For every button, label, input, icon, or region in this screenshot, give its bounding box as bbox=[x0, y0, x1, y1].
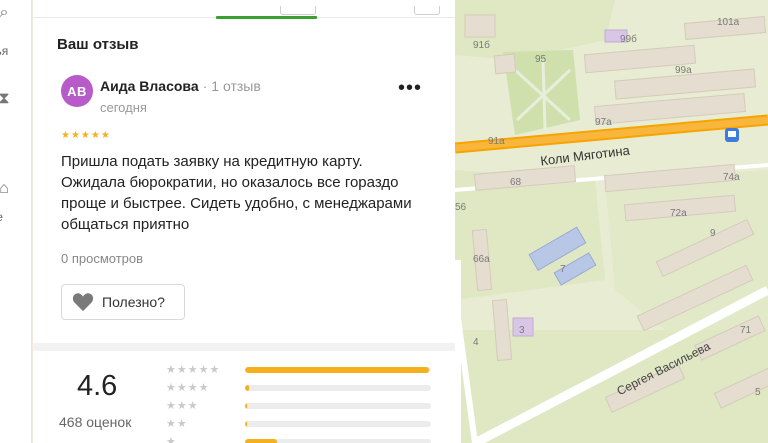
distribution-bar-track bbox=[245, 421, 431, 427]
house-number-label: 99б bbox=[620, 33, 637, 45]
tab-active-indicator bbox=[216, 16, 317, 19]
house-number-label: 7 bbox=[560, 264, 566, 275]
house-number-label: 99а bbox=[675, 65, 692, 76]
heart-icon bbox=[72, 293, 94, 312]
author-review-count: 1 отзыв bbox=[211, 78, 261, 94]
reviews-panel: Ваш отзыв АВ Аида Власова · 1 отзыв сегодн… bbox=[33, 0, 455, 443]
distribution-bar-fill bbox=[245, 385, 249, 391]
author-separator: · bbox=[202, 78, 208, 94]
house-number-label: 72а bbox=[670, 208, 687, 219]
distribution-row: ★★★★ bbox=[166, 380, 436, 396]
useful-button[interactable]: Полезно? bbox=[61, 284, 185, 320]
house-number-label: 95 bbox=[535, 54, 547, 65]
house-number-label: 5 bbox=[755, 387, 761, 398]
tab-control[interactable] bbox=[280, 6, 316, 15]
distribution-stars: ★ bbox=[166, 436, 177, 443]
author-name[interactable]: Аида Власова bbox=[100, 78, 199, 94]
views-count: 0 просмотров bbox=[61, 251, 144, 266]
house-number-label: 56 bbox=[455, 202, 467, 213]
distribution-row: ★★ bbox=[166, 416, 436, 432]
distribution-bar-fill bbox=[245, 403, 247, 409]
review-text: Пришла подать заявку на кредитную карту.… bbox=[61, 153, 412, 233]
average-rating: 4.6 bbox=[77, 370, 118, 402]
distribution-stars: ★★★ bbox=[166, 400, 199, 412]
house-number-label: 97а bbox=[595, 117, 612, 128]
nav-item-3[interactable]: ⌂ ье bbox=[0, 180, 31, 240]
house-number-label: 71 bbox=[740, 325, 752, 336]
distribution-bar-fill bbox=[245, 421, 247, 427]
distribution-bar-track bbox=[245, 385, 431, 391]
tab-control[interactable] bbox=[414, 6, 440, 15]
house-number-label: 4 bbox=[473, 337, 479, 348]
nav-item-1[interactable]: ⌕ зья bbox=[0, 4, 31, 64]
house-number-label: 9 bbox=[710, 228, 716, 239]
avatar[interactable]: АВ bbox=[61, 75, 93, 107]
distribution-stars: ★★★★★ bbox=[166, 364, 221, 376]
distribution-bar-fill bbox=[245, 367, 429, 373]
house-number-label: 66а bbox=[473, 254, 490, 265]
nav-item-2[interactable]: ⧗ д bbox=[0, 90, 31, 150]
hourglass-icon: ⧗ bbox=[0, 90, 14, 108]
distribution-bar-track bbox=[245, 439, 431, 443]
search-icon: ⌕ bbox=[0, 4, 9, 21]
distribution-stars: ★★ bbox=[166, 418, 188, 430]
more-options-button[interactable]: ••• bbox=[398, 78, 422, 98]
useful-label: Полезно? bbox=[102, 294, 165, 310]
home-icon: ⌂ bbox=[0, 180, 9, 197]
house-number-label: 101а bbox=[717, 17, 740, 28]
section-divider bbox=[33, 343, 455, 351]
house-number-label: 74а bbox=[723, 172, 740, 183]
distribution-bar-track bbox=[245, 367, 431, 373]
distribution-row: ★ bbox=[166, 434, 436, 443]
review-date: сегодня bbox=[100, 100, 147, 115]
house-number-label: 91б bbox=[473, 39, 490, 51]
house-number-label: 91а bbox=[488, 136, 505, 147]
house-number-label: 3 bbox=[519, 325, 525, 336]
map-canvas[interactable]: Коли Мяготина Сергея Васильева 91б9599б9… bbox=[455, 0, 768, 443]
nav-item-label: ье bbox=[0, 210, 3, 224]
review-stars: ★★★★★ bbox=[61, 130, 111, 141]
distribution-bar-track bbox=[245, 403, 431, 409]
house-number-label: 68 bbox=[510, 177, 522, 188]
distribution-bar-fill bbox=[245, 439, 277, 443]
nav-item-label: зья bbox=[0, 44, 9, 58]
distribution-stars: ★★★★ bbox=[166, 382, 210, 394]
side-nav: ⌕ зья ⧗ д ⌂ ье bbox=[0, 0, 32, 443]
section-title: Ваш отзыв bbox=[57, 36, 139, 53]
map-area[interactable]: Коли Мяготина Сергея Васильева 91б 95 99б 9… bbox=[455, 0, 768, 443]
author-row: Аида Власова · 1 отзыв bbox=[100, 78, 261, 94]
distribution-row: ★★★★★ bbox=[166, 362, 436, 378]
distribution-row: ★★★ bbox=[166, 398, 436, 414]
rating-count: 468 оценок bbox=[59, 414, 132, 430]
